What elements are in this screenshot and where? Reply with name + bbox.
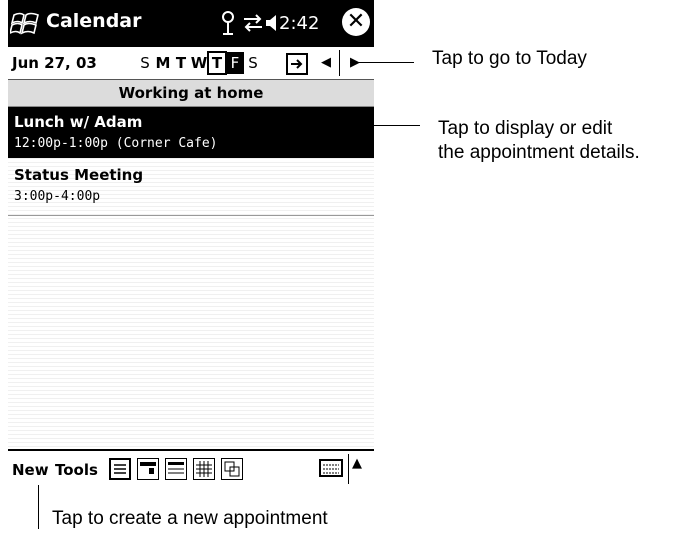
appointment-divider: [8, 215, 374, 216]
weekday-thu[interactable]: T: [207, 51, 227, 75]
all-day-event-banner[interactable]: Working at home: [8, 80, 374, 107]
previous-day-button[interactable]: ◀: [314, 50, 338, 76]
input-method-arrow-icon[interactable]: ▲: [352, 456, 362, 471]
connectivity-icon[interactable]: [242, 12, 264, 34]
nav-divider: [339, 50, 340, 76]
details-callout-line1: Tap to display or edit: [438, 118, 613, 139]
appointment-item-lunch[interactable]: Lunch w/ Adam 12:00p-1:00p (Corner Cafe): [8, 107, 374, 158]
weekday-sat[interactable]: S: [244, 52, 262, 74]
weekday-tue[interactable]: T: [172, 52, 190, 74]
week-view-icon[interactable]: [165, 458, 187, 480]
title-bar: Calendar 2:42 ✕: [8, 0, 374, 47]
current-date[interactable]: Jun 27, 03: [12, 54, 97, 72]
details-callout-line: [370, 125, 420, 126]
pocket-pc-screen: Calendar 2:42 ✕ Jun 27, 03 SMTWTFS ◀ ▶ W…: [8, 0, 374, 492]
new-button[interactable]: New: [12, 461, 49, 479]
command-bar: New Tools ▲: [8, 449, 374, 491]
weekday-sun[interactable]: S: [136, 52, 154, 74]
month-view-icon[interactable]: [193, 458, 215, 480]
appointment-item-status-meeting[interactable]: Status Meeting 3:00p-4:00p: [8, 160, 374, 211]
input-panel-divider: [348, 454, 349, 484]
new-appointment-callout: Tap to create a new appointment: [52, 508, 328, 529]
year-view-icon[interactable]: [221, 458, 243, 480]
new-appointment-callout-line: [38, 485, 39, 529]
go-to-today-icon: [291, 59, 303, 69]
weekday-wed[interactable]: W: [190, 52, 208, 74]
appointment-title: Status Meeting: [14, 166, 144, 184]
agenda-view-icon[interactable]: [109, 458, 131, 480]
weekday-fri[interactable]: F: [226, 52, 244, 74]
speaker-icon[interactable]: [264, 12, 280, 34]
close-icon[interactable]: ✕: [342, 8, 370, 36]
keyboard-icon[interactable]: [319, 459, 343, 477]
go-to-today-button[interactable]: [286, 53, 308, 75]
weekday-selector: SMTWTFS: [136, 51, 262, 75]
today-callout-line: [350, 62, 414, 63]
details-callout-line2: the appointment details.: [438, 142, 640, 163]
day-view-icon[interactable]: [137, 458, 159, 480]
appointment-time: 12:00p-1:00p (Corner Cafe): [14, 136, 218, 151]
appointment-time: 3:00p-4:00p: [14, 189, 101, 204]
app-title: Calendar: [46, 10, 142, 32]
weekday-mon[interactable]: M: [154, 52, 172, 74]
next-day-button[interactable]: ▶: [343, 50, 367, 76]
today-callout: Tap to go to Today: [432, 48, 587, 69]
date-navigation-bar: Jun 27, 03 SMTWTFS ◀ ▶: [8, 47, 374, 80]
tools-menu[interactable]: Tools: [55, 461, 98, 479]
appointment-list[interactable]: Lunch w/ Adam 12:00p-1:00p (Corner Cafe)…: [8, 107, 374, 449]
appointment-title: Lunch w/ Adam: [14, 113, 143, 131]
windows-start-icon[interactable]: [10, 9, 40, 39]
antenna-icon[interactable]: [220, 10, 236, 36]
clock[interactable]: 2:42: [279, 13, 319, 34]
